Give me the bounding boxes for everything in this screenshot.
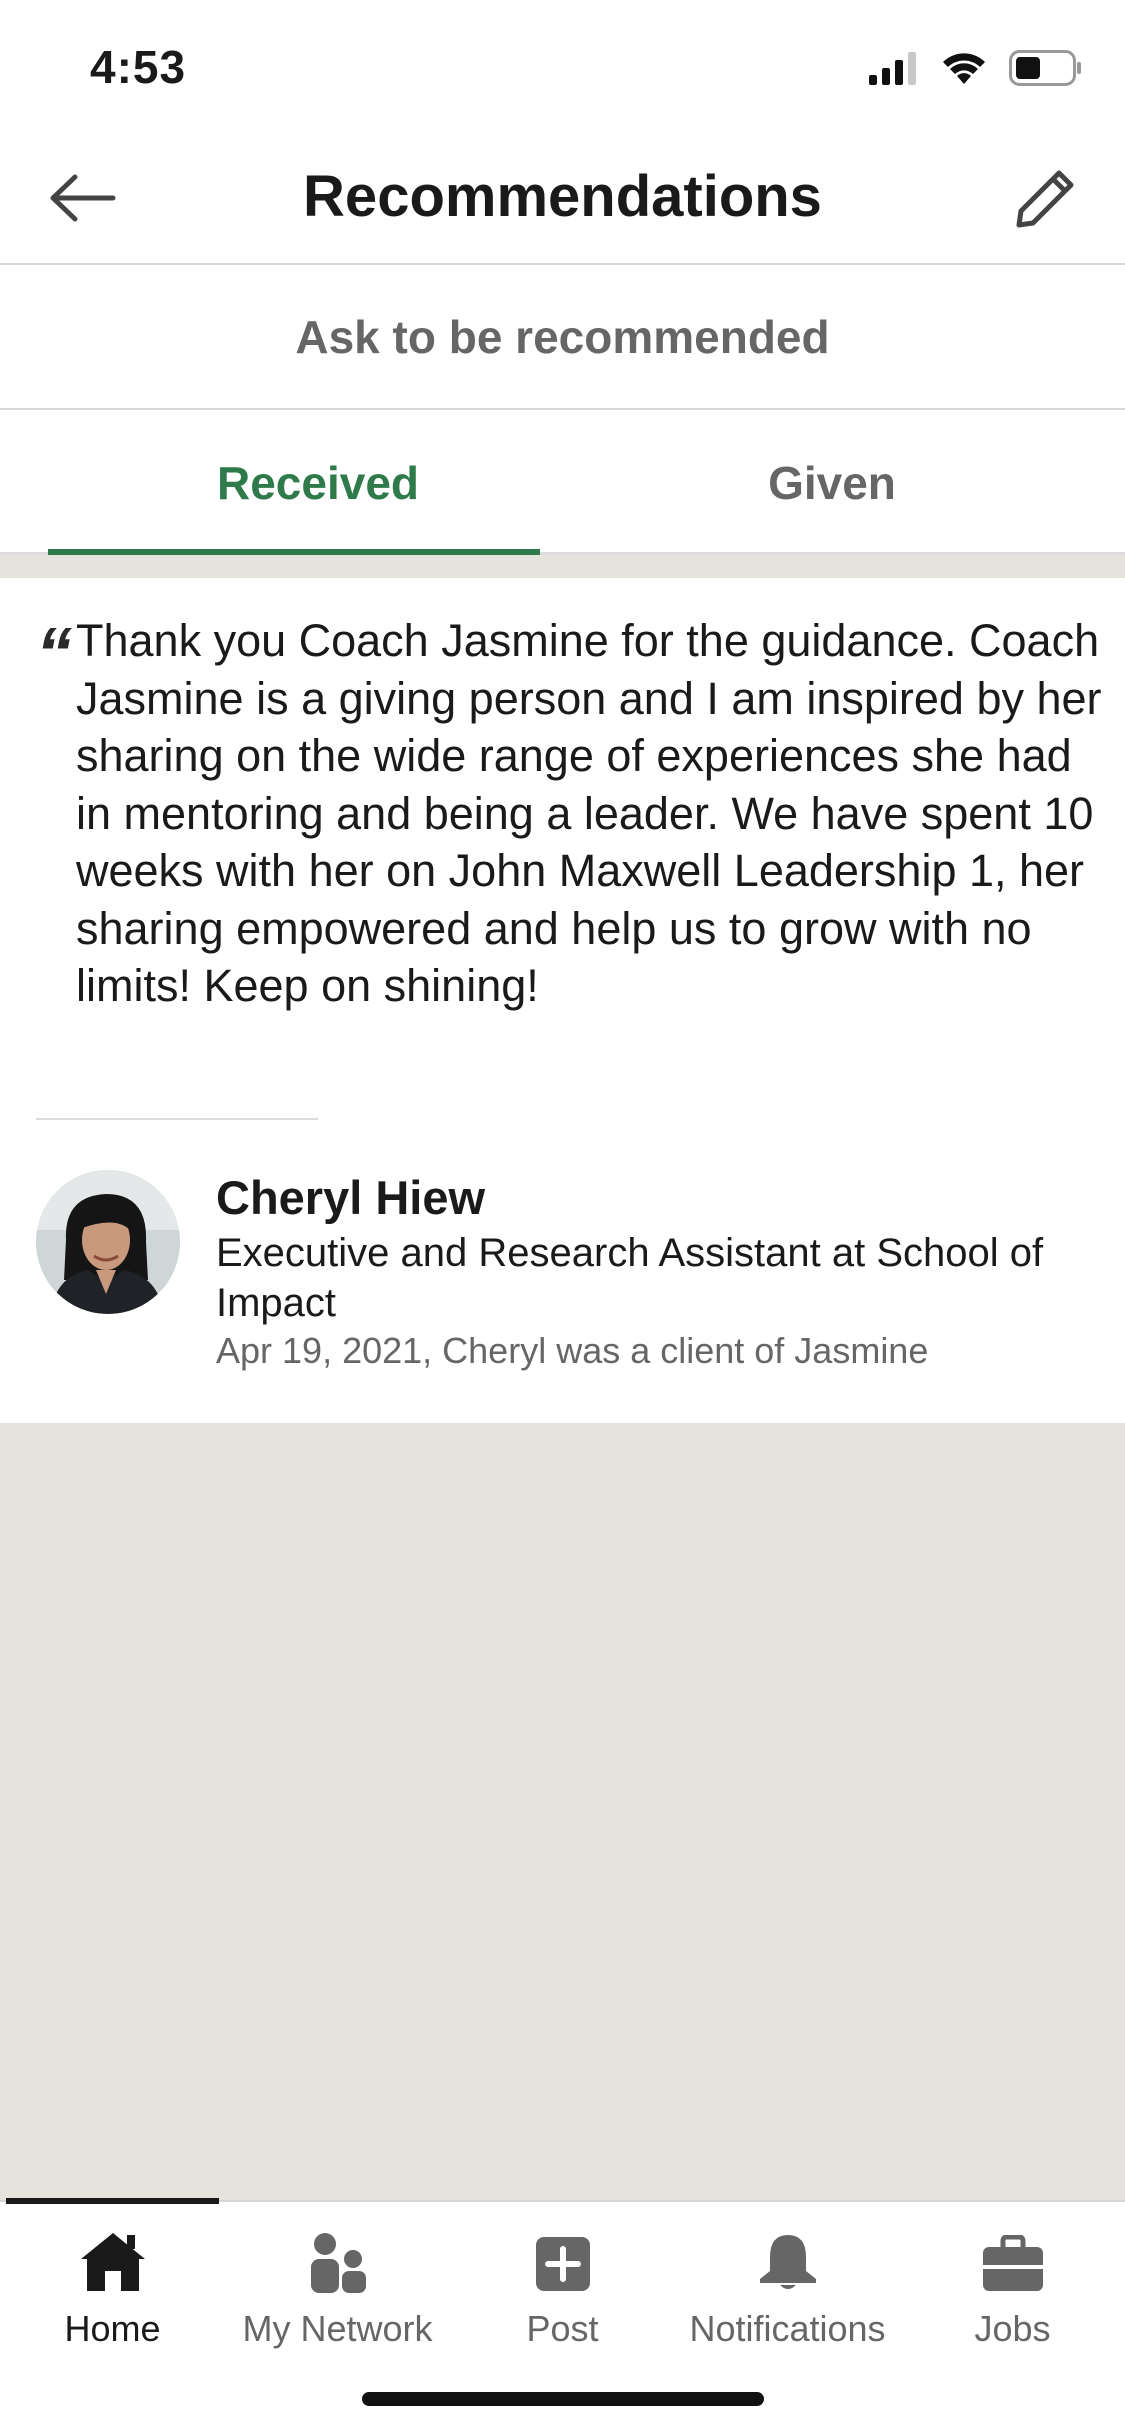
bell-icon [756, 2233, 820, 2298]
status-icons [869, 50, 1083, 91]
home-icon [79, 2231, 147, 2298]
nav-post-label: Post [526, 2308, 599, 2349]
wifi-icon [941, 51, 987, 90]
pencil-icon [1013, 167, 1077, 236]
battery-icon [1009, 50, 1083, 91]
ask-label: Ask to be recommended [295, 310, 830, 363]
active-tab-indicator [48, 549, 540, 555]
status-bar: 4:53 [0, 0, 1125, 135]
nav-home-label: Home [64, 2308, 161, 2349]
edit-button[interactable] [1005, 163, 1085, 239]
avatar[interactable] [36, 1170, 180, 1314]
status-time: 4:53 [90, 41, 187, 93]
recommender-name[interactable]: Cheryl Hiew [216, 1170, 485, 1225]
home-indicator [362, 2392, 764, 2406]
briefcase-icon [981, 2234, 1045, 2298]
network-icon [308, 2231, 368, 2298]
tab-given[interactable]: Given [562, 410, 1102, 555]
recommender-headline: Executive and Research Assistant at Scho… [216, 1231, 1044, 1325]
recommendation-meta: Apr 19, 2021, Cheryl was a client of Jas… [216, 1330, 929, 1371]
divider [36, 1118, 318, 1120]
post-icon [535, 2235, 591, 2298]
screen: 4:53 Recommendations Ask to be recommend… [0, 0, 1125, 2436]
page-title: Recommendations [303, 164, 822, 229]
tabs: Received Given [0, 410, 1125, 555]
recommendation-text: Thank you Coach Jasmine for the guidance… [76, 615, 1102, 1011]
header: Recommendations [0, 135, 1125, 265]
nav-home[interactable]: Home [0, 2202, 225, 2352]
tab-received[interactable]: Received [48, 410, 588, 555]
quote-mark-icon: “ [36, 614, 72, 694]
ask-to-be-recommended-button[interactable]: Ask to be recommended [0, 265, 1125, 410]
cellular-signal-icon [869, 51, 919, 90]
nav-my-network-label: My Network [242, 2308, 433, 2349]
recommendation-card: “ Thank you Coach Jasmine for the guidan… [0, 578, 1125, 1423]
nav-jobs[interactable]: Jobs [900, 2202, 1125, 2352]
nav-notifications-label: Notifications [689, 2308, 886, 2349]
nav-my-network[interactable]: My Network [225, 2202, 450, 2352]
nav-post[interactable]: Post [450, 2202, 675, 2352]
nav-notifications[interactable]: Notifications [675, 2202, 900, 2352]
nav-jobs-label: Jobs [974, 2308, 1051, 2349]
